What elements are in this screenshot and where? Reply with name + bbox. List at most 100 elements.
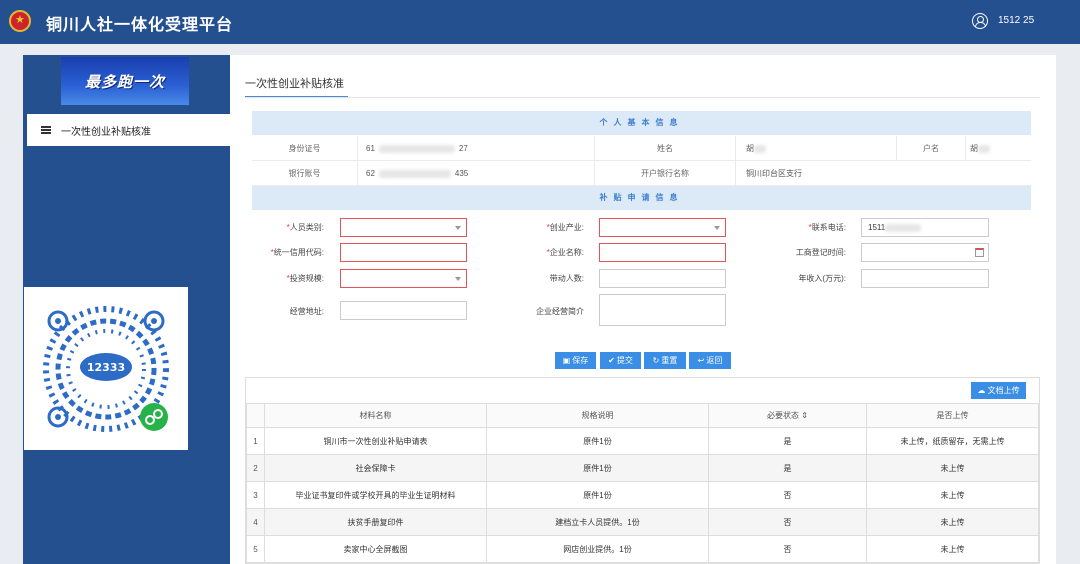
personal-info-row-2: 银行账号 62 435 开户银行名称 铜川印台区支行 (252, 161, 1031, 186)
material-required: 是 (708, 427, 867, 455)
reg-time-input[interactable] (861, 243, 989, 262)
employees-label: 带动人数: (549, 274, 584, 283)
table-row[interactable]: 1 铜川市一次性创业补贴申请表 原件1份 是 未上传，纸质留存，无需上传 (246, 427, 1039, 455)
chevron-down-icon (455, 226, 461, 230)
account-holder-label: 户名 (897, 136, 966, 161)
subsidy-info-header: 补贴申请信息 (252, 186, 1031, 210)
address-label: 经营地址: (289, 307, 324, 316)
name-value: 胡 (736, 136, 897, 161)
invest-scale-select[interactable] (340, 269, 467, 288)
sidebar-item-subsidy-approval[interactable]: 一次性创业补贴核准 (27, 114, 230, 146)
row-index: 2 (246, 454, 265, 482)
material-spec: 原件1份 (486, 454, 709, 482)
check-icon: ✔ (608, 356, 615, 365)
tab-subsidy-approval[interactable]: 一次性创业补贴核准 (245, 75, 344, 91)
back-arrow-icon: ↩ (697, 356, 705, 365)
account-holder-value: 胡 (966, 136, 1031, 161)
material-name: 扶贫手册复印件 (264, 508, 487, 536)
materials-table-panel: ☁ 文档上传 材料名称 规格说明 必要状态 ⇕ 是否上传 1 铜川市一次性创业补… (245, 377, 1040, 564)
app-title: 铜川人社一体化受理平台 (46, 15, 234, 34)
bank-name-value: 铜川印台区支行 (746, 169, 802, 178)
id-number-label: 身份证号 (252, 136, 358, 161)
material-name: 社会保障卡 (264, 454, 487, 482)
user-name[interactable]: 1512 25 (998, 15, 1034, 26)
material-spec: 原件1份 (486, 427, 709, 455)
person-type-select[interactable] (340, 218, 467, 237)
material-uploaded: 未上传 (866, 481, 1039, 509)
row-index: 5 (246, 535, 265, 563)
save-button[interactable]: ▣ 保存 (555, 352, 596, 369)
list-icon (41, 126, 51, 134)
address-input[interactable] (340, 301, 467, 320)
name-label: 姓名 (595, 136, 736, 161)
personal-info-row-1: 身份证号 61 27 姓名 胡 户名 胡 (252, 136, 1031, 161)
chevron-down-icon (455, 277, 461, 281)
table-header-spec: 规格说明 (486, 403, 709, 428)
table-header-uploaded: 是否上传 (866, 403, 1039, 428)
table-row[interactable]: 2 社会保障卡 原件1份 是 未上传 (246, 454, 1039, 482)
refresh-icon: ↻ (652, 356, 660, 365)
chevron-down-icon (714, 226, 720, 230)
material-required: 是 (708, 454, 867, 482)
table-header-name: 材料名称 (264, 403, 487, 428)
table-row[interactable]: 4 扶贫手册复印件 建档立卡人员提供。1份 否 未上传 (246, 508, 1039, 536)
company-intro-textarea[interactable] (599, 294, 726, 326)
material-required: 否 (708, 508, 867, 536)
material-uploaded: 未上传 (866, 454, 1039, 482)
banner-image: 最多跑一次 (61, 57, 189, 105)
cloud-upload-icon: ☁ (977, 386, 988, 395)
reset-button[interactable]: ↻ 重置 (644, 352, 686, 369)
company-name-input[interactable] (599, 243, 726, 262)
personal-info-header: 个人基本信息 (252, 111, 1031, 135)
tab-divider (245, 97, 1040, 98)
material-spec: 网店创业提供。1份 (486, 535, 709, 563)
industry-select[interactable] (599, 218, 726, 237)
calendar-icon[interactable] (975, 248, 984, 257)
sidebar: 最多跑一次 一次性创业补贴核准 12333 (23, 55, 230, 564)
back-button[interactable]: ↩ 返回 (689, 352, 731, 369)
credit-code-label: *统一信用代码: (270, 248, 324, 257)
material-uploaded: 未上传 (866, 508, 1039, 536)
row-index: 4 (246, 508, 265, 536)
bank-account-value: 62 435 (358, 161, 595, 186)
id-number-value: 61 27 (358, 136, 595, 161)
material-name: 卖家中心全屏截图 (264, 535, 487, 563)
credit-code-input[interactable] (340, 243, 467, 262)
company-name-label: *企业名称: (546, 248, 584, 257)
employees-input[interactable] (599, 269, 726, 288)
bank-account-label: 银行账号 (252, 161, 358, 186)
upload-document-button[interactable]: ☁ 文档上传 (971, 382, 1026, 399)
table-row[interactable]: 3 毕业证书复印件或学校开具的毕业生证明材料 原件1份 否 未上传 (246, 481, 1039, 509)
invest-scale-label: *投资规模: (286, 274, 324, 283)
material-spec: 建档立卡人员提供。1份 (486, 508, 709, 536)
industry-label: *创业产业: (546, 223, 584, 232)
table-row[interactable]: 5 卖家中心全屏截图 网店创业提供。1份 否 未上传 (246, 535, 1039, 563)
material-uploaded: 未上传 (866, 535, 1039, 563)
submit-button[interactable]: ✔ 提交 (600, 352, 641, 369)
table-header-required[interactable]: 必要状态 ⇕ (708, 403, 867, 428)
material-spec: 原件1份 (486, 481, 709, 509)
material-name: 铜川市一次性创业补贴申请表 (264, 427, 487, 455)
annual-income-label: 年收入(万元): (798, 274, 846, 283)
top-header: ★ 铜川人社一体化受理平台 1512 25 (0, 0, 1080, 44)
banner-text: 最多跑一次 (84, 73, 165, 91)
phone-input[interactable]: 1511 (861, 218, 989, 237)
qr-code-icon: 12333 (43, 306, 169, 432)
sidebar-item-label: 一次性创业补贴核准 (61, 126, 151, 138)
svg-text:12333: 12333 (87, 361, 125, 374)
table-header-index (246, 403, 265, 428)
phone-label: *联系电话: (808, 223, 846, 232)
material-required: 否 (708, 535, 867, 563)
material-name: 毕业证书复印件或学校开具的毕业生证明材料 (264, 481, 487, 509)
person-type-label: *人员类别: (286, 223, 324, 232)
row-index: 1 (246, 427, 265, 455)
row-index: 3 (246, 481, 265, 509)
user-avatar-icon[interactable] (972, 13, 988, 29)
material-uploaded: 未上传，纸质留存，无需上传 (866, 427, 1039, 455)
materials-table: 材料名称 规格说明 必要状态 ⇕ 是否上传 1 铜川市一次性创业补贴申请表 原件… (246, 403, 1039, 563)
main-panel: 一次性创业补贴核准 个人基本信息 身份证号 61 27 姓名 胡 户名 胡 银行账… (230, 55, 1056, 564)
save-icon: ▣ (562, 356, 571, 365)
annual-income-input[interactable] (861, 269, 989, 288)
national-emblem-icon: ★ (9, 10, 31, 32)
reg-time-label: 工商登记时间: (795, 248, 846, 257)
